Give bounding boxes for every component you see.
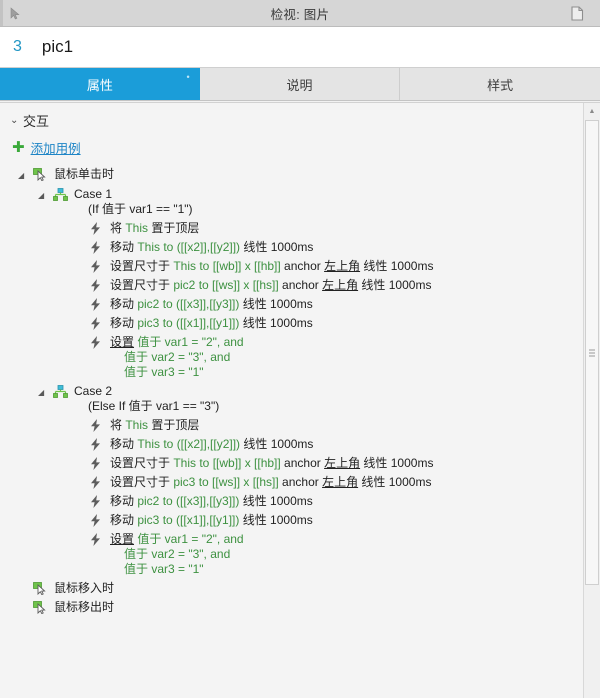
window-titlebar: 检视: 图片 <box>0 0 600 27</box>
row-label: 移动 pic3 to ([[x1]],[[y1]]) 线性 1000ms <box>110 513 313 528</box>
row-label: 将 This 置于顶层 <box>110 418 199 433</box>
action-bolt-icon <box>86 456 106 471</box>
page-document-icon[interactable] <box>562 6 592 21</box>
action-bolt-icon <box>86 278 106 293</box>
add-case-link[interactable]: 添加用例 <box>31 138 81 157</box>
row-label: 设置 值于 var1 = "2", and值于 var2 = "3", and值… <box>110 532 244 577</box>
action-bolt-icon <box>86 513 106 528</box>
action-row[interactable]: 移动 This to ([[x2]],[[y2]]) 线性 1000ms <box>0 435 600 454</box>
row-label: 鼠标移出时 <box>54 600 114 615</box>
action-row[interactable]: 将 This 置于顶层 <box>0 416 600 435</box>
event-cursor-icon <box>30 167 50 182</box>
tab-label: 样式 <box>487 75 513 94</box>
scroll-up-arrow-icon[interactable]: ▲ <box>584 103 600 119</box>
row-label: 移动 pic3 to ([[x1]],[[y1]]) 线性 1000ms <box>110 316 313 331</box>
add-case-row[interactable]: ✚ 添加用例 <box>0 134 600 163</box>
action-row[interactable]: 设置尺寸于 This to [[wb]] x [[hb]] anchor 左上角… <box>0 257 600 276</box>
expand-triangle-icon[interactable]: ◢ <box>18 168 30 183</box>
action-row[interactable]: 将 This 置于顶层 <box>0 219 600 238</box>
action-row[interactable]: 移动 pic3 to ([[x1]],[[y1]]) 线性 1000ms <box>0 314 600 333</box>
case-node-icon <box>50 384 70 399</box>
action-bolt-icon <box>86 259 106 274</box>
event-row[interactable]: 鼠标移出时 <box>0 598 600 617</box>
scrollbar-thumb[interactable] <box>585 120 599 585</box>
widget-index: 3 <box>13 38 22 56</box>
row-label: 移动 pic2 to ([[x3]],[[y3]]) 线性 1000ms <box>110 297 313 312</box>
action-row[interactable]: 移动 pic3 to ([[x1]],[[y1]]) 线性 1000ms <box>0 511 600 530</box>
case-row[interactable]: ◢ Case 1(If 值于 var1 == "1") <box>0 185 600 219</box>
event-row[interactable]: 鼠标移入时 <box>0 579 600 598</box>
row-label: 移动 This to ([[x2]],[[y2]]) 线性 1000ms <box>110 240 313 255</box>
plus-icon: ✚ <box>12 140 25 155</box>
row-label: 鼠标移入时 <box>54 581 114 596</box>
inspector-tabs: 属性 • 说明 样式 <box>0 68 600 101</box>
row-label: 设置尺寸于 pic3 to [[ws]] x [[hs]] anchor 左上角… <box>110 475 431 490</box>
row-label: 移动 This to ([[x2]],[[y2]]) 线性 1000ms <box>110 437 313 452</box>
tab-label: 说明 <box>287 75 313 94</box>
cursor-arrow-icon[interactable] <box>0 7 30 20</box>
action-bolt-icon <box>86 475 106 490</box>
row-label: 设置尺寸于 pic2 to [[ws]] x [[hs]] anchor 左上角… <box>110 278 431 293</box>
window-title: 检视: 图片 <box>0 4 600 23</box>
tab-modified-marker-icon: • <box>187 73 190 82</box>
widget-name-row: 3 pic1 <box>0 27 600 68</box>
action-row[interactable]: 移动 pic2 to ([[x3]],[[y3]]) 线性 1000ms <box>0 492 600 511</box>
action-row[interactable]: 移动 pic2 to ([[x3]],[[y3]]) 线性 1000ms <box>0 295 600 314</box>
interactions-panel: ⌄ 交互 ✚ 添加用例 ◢ 鼠标单击时 ◢ Case 1(If 值于 var1 == … <box>0 102 600 698</box>
tab-1[interactable]: 属性 • <box>0 68 200 100</box>
row-label: 将 This 置于顶层 <box>110 221 199 236</box>
action-bolt-icon <box>86 240 106 255</box>
action-row[interactable]: 设置尺寸于 pic2 to [[ws]] x [[hs]] anchor 左上角… <box>0 276 600 295</box>
action-row[interactable]: 设置 值于 var1 = "2", and值于 var2 = "3", and值… <box>0 530 600 579</box>
chevron-down-icon: ⌄ <box>10 115 23 126</box>
row-label: Case 2(Else If 值于 var1 == "3") <box>74 384 219 414</box>
expand-triangle-icon[interactable]: ◢ <box>38 188 50 203</box>
tab-label: 属性 <box>87 75 113 94</box>
scrollbar-grip-icon <box>589 347 595 358</box>
expand-triangle-icon[interactable]: ◢ <box>38 385 50 400</box>
event-cursor-icon <box>30 600 50 615</box>
case-row[interactable]: ◢ Case 2(Else If 值于 var1 == "3") <box>0 382 600 416</box>
action-bolt-icon <box>86 494 106 509</box>
action-row[interactable]: 设置 值于 var1 = "2", and值于 var2 = "3", and值… <box>0 333 600 382</box>
tab-2[interactable]: 说明 <box>200 68 401 100</box>
interactions-section-header[interactable]: ⌄ 交互 <box>0 103 600 134</box>
panel-scrollbar[interactable]: ▲ <box>583 103 600 698</box>
row-label: 设置尺寸于 This to [[wb]] x [[hb]] anchor 左上角… <box>110 259 433 274</box>
row-label: Case 1(If 值于 var1 == "1") <box>74 187 193 217</box>
row-label: 设置尺寸于 This to [[wb]] x [[hb]] anchor 左上角… <box>110 456 433 471</box>
action-bolt-icon <box>86 316 106 331</box>
row-label: 鼠标单击时 <box>54 167 114 182</box>
case-node-icon <box>50 187 70 202</box>
interaction-tree: ◢ 鼠标单击时 ◢ Case 1(If 值于 var1 == "1") 将 This 置… <box>0 163 600 617</box>
tab-3[interactable]: 样式 <box>400 68 600 100</box>
row-label: 设置 值于 var1 = "2", and值于 var2 = "3", and值… <box>110 335 244 380</box>
widget-name[interactable]: pic1 <box>42 37 73 57</box>
action-row[interactable]: 设置尺寸于 pic3 to [[ws]] x [[hs]] anchor 左上角… <box>0 473 600 492</box>
action-row[interactable]: 设置尺寸于 This to [[wb]] x [[hb]] anchor 左上角… <box>0 454 600 473</box>
action-bolt-icon <box>86 221 106 236</box>
action-bolt-icon <box>86 297 106 312</box>
action-row[interactable]: 移动 This to ([[x2]],[[y2]]) 线性 1000ms <box>0 238 600 257</box>
event-cursor-icon <box>30 581 50 596</box>
action-bolt-icon <box>86 335 106 350</box>
action-bolt-icon <box>86 418 106 433</box>
row-label: 移动 pic2 to ([[x3]],[[y3]]) 线性 1000ms <box>110 494 313 509</box>
action-bolt-icon <box>86 437 106 452</box>
event-row[interactable]: ◢ 鼠标单击时 <box>0 165 600 185</box>
interactions-section-title: 交互 <box>23 111 49 130</box>
action-bolt-icon <box>86 532 106 547</box>
